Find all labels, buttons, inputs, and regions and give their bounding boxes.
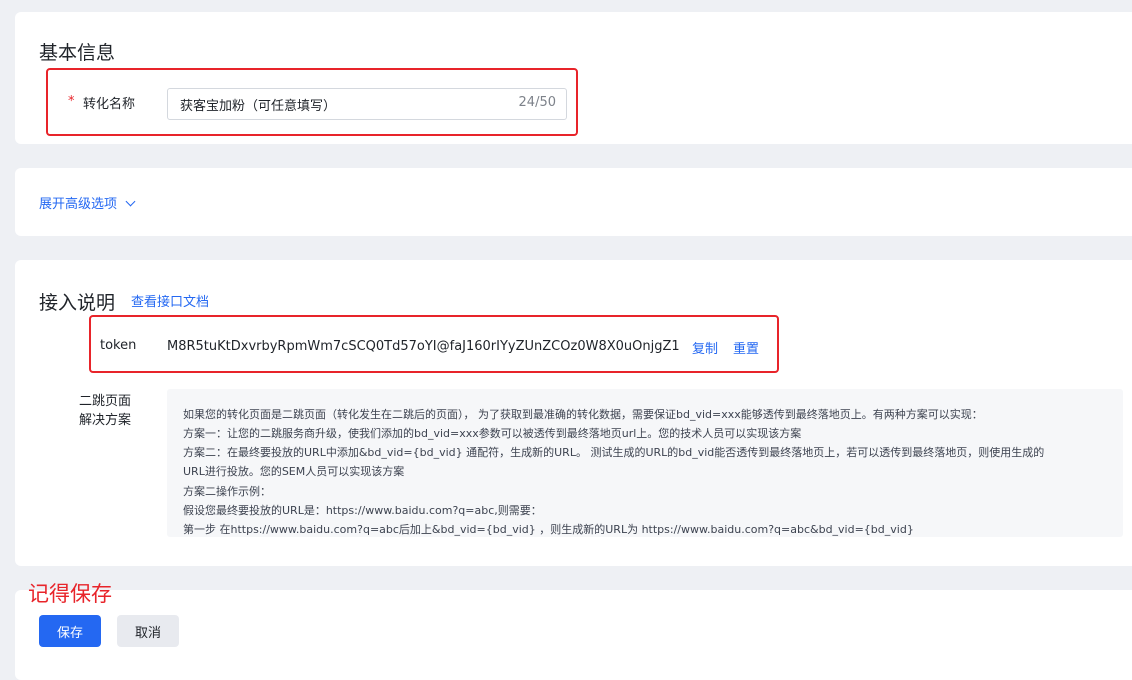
desc-line: 如果您的转化页面是二跳页面（转化发生在二跳后的页面）， 为了获取到最准确的转化数… bbox=[183, 408, 983, 421]
conversion-name-input[interactable]: 获客宝加粉（可任意填写） 24/50 bbox=[167, 88, 567, 120]
token-label: token bbox=[100, 338, 137, 353]
desc-line: 第一步 在https://www.baidu.com?q=abc后加上&bd_v… bbox=[183, 523, 914, 536]
footer-card bbox=[15, 590, 1132, 680]
token-value: M8R5tuKtDxvrbyRpmWm7cSCQ0Td57oYI@faJ160r… bbox=[167, 339, 679, 354]
api-doc-link[interactable]: 查看接口文档 bbox=[131, 291, 209, 310]
advanced-options-toggle[interactable]: 展开高级选项 bbox=[39, 193, 136, 212]
chevron-down-icon bbox=[125, 196, 136, 207]
basic-info-title: 基本信息 bbox=[39, 42, 116, 64]
save-button[interactable]: 保存 bbox=[39, 615, 101, 647]
redirect-solution-description: 如果您的转化页面是二跳页面（转化发生在二跳后的页面）， 为了获取到最准确的转化数… bbox=[167, 389, 1123, 537]
save-reminder-annotation: 记得保存 bbox=[28, 582, 112, 606]
desc-line: 方案二操作示例： bbox=[183, 485, 271, 498]
copy-token-link[interactable]: 复制 bbox=[692, 338, 718, 357]
redirect-label-line1: 二跳页面 bbox=[79, 394, 132, 409]
redirect-label-line2: 解决方案 bbox=[79, 413, 132, 428]
char-count: 24/50 bbox=[518, 95, 556, 110]
desc-line: 方案二：在最终要投放的URL中添加&bd_vid={bd_vid} 通配符，生成… bbox=[183, 446, 1045, 459]
desc-line: 假设您最终要投放的URL是：https://www.baidu.com?q=ab… bbox=[183, 504, 542, 517]
reset-token-link[interactable]: 重置 bbox=[733, 338, 759, 357]
desc-line: 方案一：让您的二跳服务商升级，使我们添加的bd_vid=xxx参数可以被透传到最… bbox=[183, 427, 802, 440]
desc-line: URL进行投放。您的SEM人员可以实现该方案 bbox=[183, 465, 405, 478]
advanced-options-card bbox=[15, 168, 1132, 236]
conversion-name-label: 转化名称 bbox=[83, 97, 136, 112]
cancel-button[interactable]: 取消 bbox=[117, 615, 179, 647]
advanced-options-label: 展开高级选项 bbox=[39, 197, 118, 212]
access-title: 接入说明 bbox=[39, 292, 116, 314]
conversion-name-value: 获客宝加粉（可任意填写） bbox=[180, 99, 337, 114]
required-mark: * bbox=[68, 94, 75, 109]
